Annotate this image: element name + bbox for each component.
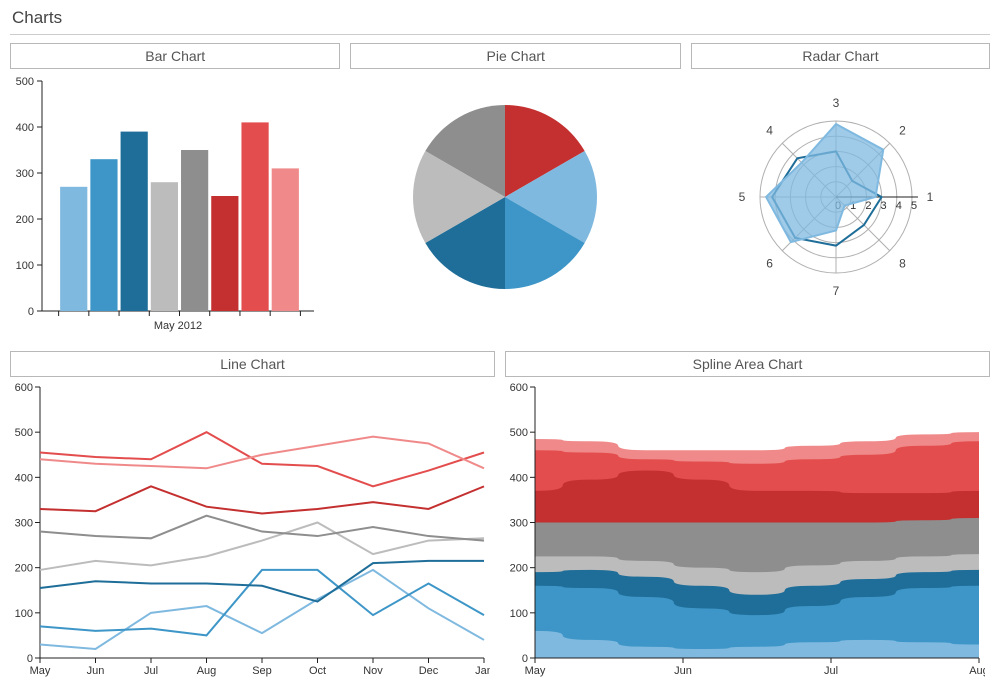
svg-text:500: 500 — [15, 427, 33, 439]
svg-text:Dec: Dec — [419, 665, 439, 677]
svg-text:8: 8 — [899, 256, 906, 270]
bar-chart-panel: Bar Chart 0 100 200 300 400 500 May 2012 — [10, 43, 340, 343]
pie-chart-panel: Pie Chart — [350, 43, 680, 343]
page-title: Charts — [10, 6, 990, 35]
svg-text:7: 7 — [833, 284, 840, 298]
svg-text:300: 300 — [15, 518, 33, 530]
svg-text:Sep: Sep — [252, 665, 272, 677]
svg-text:100: 100 — [16, 260, 34, 272]
radar-chart-body: 12345678012345 — [691, 75, 990, 343]
svg-text:May: May — [525, 665, 546, 677]
spline-area-chart-body: 0 100 200 300 400 500 600 May Jun Jul Aug — [505, 383, 990, 681]
svg-text:5: 5 — [739, 190, 746, 204]
svg-text:Aug: Aug — [197, 665, 217, 677]
svg-text:200: 200 — [15, 563, 33, 575]
svg-text:500: 500 — [16, 76, 34, 88]
radar-chart-panel: Radar Chart 12345678012345 — [691, 43, 990, 343]
spline-area-chart-panel: Spline Area Chart 0 100 200 300 400 500 600 May… — [505, 351, 990, 681]
svg-text:Jan: Jan — [475, 665, 490, 677]
svg-text:300: 300 — [510, 518, 528, 530]
svg-text:Jul: Jul — [824, 665, 838, 677]
svg-text:400: 400 — [16, 122, 34, 134]
svg-text:0: 0 — [27, 653, 33, 665]
svg-text:6: 6 — [766, 256, 773, 270]
svg-text:600: 600 — [510, 383, 528, 394]
svg-text:400: 400 — [510, 472, 528, 484]
svg-text:Jun: Jun — [674, 665, 692, 677]
svg-text:4: 4 — [766, 124, 773, 138]
svg-text:3: 3 — [881, 200, 887, 212]
svg-text:Jun: Jun — [87, 665, 105, 677]
svg-text:May: May — [30, 665, 51, 677]
svg-text:400: 400 — [15, 472, 33, 484]
line-chart-title: Line Chart — [10, 351, 495, 377]
svg-text:Aug: Aug — [969, 665, 985, 677]
svg-text:2: 2 — [865, 200, 871, 212]
bar-chart-title: Bar Chart — [10, 43, 340, 69]
svg-text:1: 1 — [927, 190, 934, 204]
pie-chart-title: Pie Chart — [350, 43, 680, 69]
svg-text:100: 100 — [15, 608, 33, 620]
svg-text:200: 200 — [510, 563, 528, 575]
pie-chart-body — [350, 75, 680, 343]
svg-text:500: 500 — [510, 427, 528, 439]
svg-text:3: 3 — [833, 96, 840, 110]
svg-text:200: 200 — [16, 214, 34, 226]
radar-chart-title: Radar Chart — [691, 43, 990, 69]
svg-text:600: 600 — [15, 383, 33, 394]
line-chart-body: 0 100 200 300 400 500 600 May Jun Jul Aug Sep Oct Nov… — [10, 383, 495, 681]
svg-text:Nov: Nov — [363, 665, 383, 677]
svg-text:100: 100 — [510, 608, 528, 620]
bar-chart-body: 0 100 200 300 400 500 May 2012 — [10, 75, 340, 343]
spline-area-chart-title: Spline Area Chart — [505, 351, 990, 377]
svg-text:Jul: Jul — [144, 665, 158, 677]
svg-text:0: 0 — [28, 306, 34, 318]
line-chart-panel: Line Chart 0 100 200 300 400 500 600 May Jun Jul A… — [10, 351, 495, 681]
svg-text:4: 4 — [896, 200, 902, 212]
svg-text:Oct: Oct — [309, 665, 326, 677]
svg-text:0: 0 — [522, 653, 528, 665]
svg-text:May 2012: May 2012 — [154, 320, 202, 332]
svg-text:5: 5 — [911, 200, 917, 212]
svg-text:2: 2 — [899, 124, 906, 138]
svg-text:300: 300 — [16, 168, 34, 180]
